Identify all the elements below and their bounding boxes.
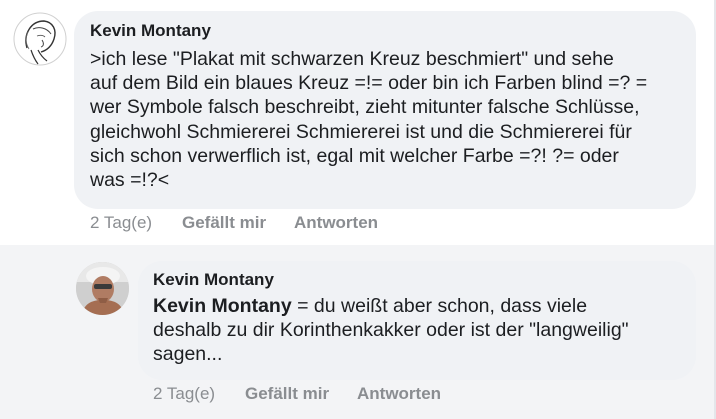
reply-reply-button[interactable]: Antworten — [357, 384, 441, 404]
comment-author[interactable]: Kevin Montany — [90, 21, 211, 41]
comment-text: >ich lese "Plakat mit schwarzen Kreuz be… — [90, 48, 648, 192]
photo-portrait-icon — [76, 262, 129, 315]
comment-timestamp[interactable]: 2 Tag(e) — [90, 213, 152, 233]
comment-reply-button[interactable]: Antworten — [294, 213, 378, 233]
reply-avatar[interactable] — [76, 262, 129, 315]
reply-author[interactable]: Kevin Montany — [153, 270, 274, 290]
comment-avatar[interactable] — [13, 12, 67, 66]
reply-bubble: Kevin Montany Kevin Montany = du weißt a… — [138, 261, 696, 380]
reply-timestamp[interactable]: 2 Tag(e) — [153, 384, 215, 404]
reply-text: Kevin Montany = du weißt aber schon, das… — [153, 294, 691, 367]
comment-like-button[interactable]: Gefällt mir — [182, 213, 266, 233]
reply-mention[interactable]: Kevin Montany — [153, 295, 292, 317]
comment-bubble: Kevin Montany >ich lese "Plakat mit schw… — [74, 11, 696, 209]
reply-like-button[interactable]: Gefällt mir — [245, 384, 329, 404]
sketch-portrait-icon — [13, 12, 67, 66]
